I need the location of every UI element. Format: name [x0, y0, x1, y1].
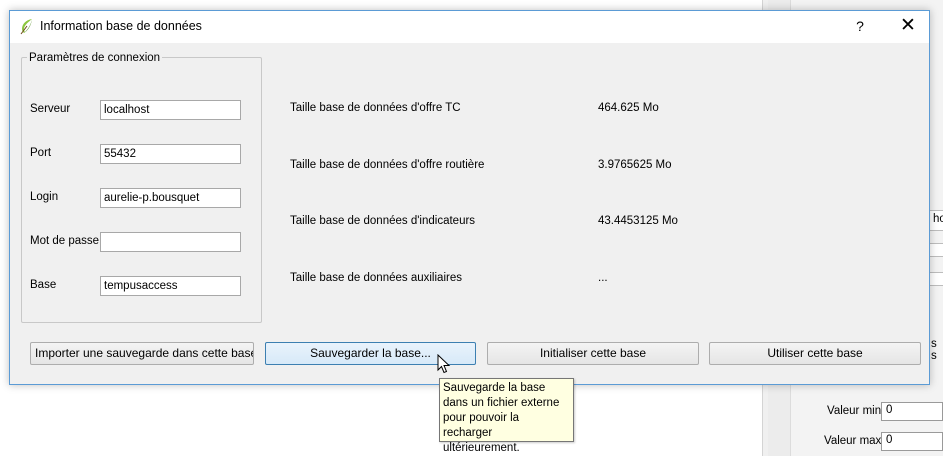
indicators-size-value: 43.4453125 Mo — [598, 215, 678, 227]
qgis-leaf-icon — [20, 19, 32, 35]
max-value-input[interactable]: 0 — [881, 432, 943, 451]
login-input[interactable]: aurelie-p.bousquet — [100, 188, 241, 208]
password-label: Mot de passe — [30, 235, 100, 247]
min-value-input[interactable]: 0 — [881, 402, 943, 421]
database-input[interactable]: tempusaccess — [100, 276, 241, 296]
background-combo-fragment[interactable]: ho — [929, 210, 943, 231]
close-button[interactable]: ✕ — [899, 16, 917, 36]
indicators-size-label: Taille base de données d'indicateurs — [290, 215, 476, 227]
window-title: Information base de données — [40, 19, 202, 33]
import-backup-button[interactable]: Importer une sauvegarde dans cette base.… — [30, 342, 254, 365]
use-database-button[interactable]: Utiliser cette base — [709, 342, 921, 365]
road-offer-size-value: 3.9765625 Mo — [598, 159, 672, 171]
server-label: Serveur — [30, 103, 71, 115]
connection-group-title: Paramètres de connexion — [27, 52, 163, 64]
background-side-text: s s — [931, 338, 937, 362]
tc-offer-size-value: 464.625 Mo — [598, 102, 659, 114]
auxiliary-size-label: Taille base de données auxiliaires — [290, 272, 462, 284]
help-button[interactable]: ? — [853, 18, 867, 34]
mouse-cursor-icon — [437, 354, 451, 374]
background-field-fragment-2 — [929, 272, 943, 286]
server-input[interactable]: localhost — [100, 100, 241, 120]
title-bar: Information base de données ? ✕ — [10, 11, 929, 43]
tc-offer-size-label: Taille base de données d'offre TC — [290, 102, 461, 114]
login-label: Login — [30, 191, 59, 203]
save-button-tooltip: Sauvegarde la base dans un fichier exter… — [439, 378, 574, 454]
road-offer-size-label: Taille base de données d'offre routière — [290, 159, 485, 171]
port-label: Port — [30, 147, 52, 159]
database-label: Base — [30, 279, 57, 291]
auxiliary-size-value: ... — [598, 272, 608, 284]
initialize-database-button[interactable]: Initialiser cette base — [487, 342, 699, 365]
max-value-label: Valeur max — [824, 435, 882, 447]
password-input[interactable] — [100, 232, 241, 252]
background-combo-text: ho — [933, 213, 943, 225]
min-value-label: Valeur min — [827, 405, 882, 417]
database-info-dialog: Information base de données ? ✕ Paramètr… — [9, 10, 930, 385]
background-field-fragment — [929, 243, 943, 257]
port-input[interactable]: 55432 — [100, 144, 241, 164]
